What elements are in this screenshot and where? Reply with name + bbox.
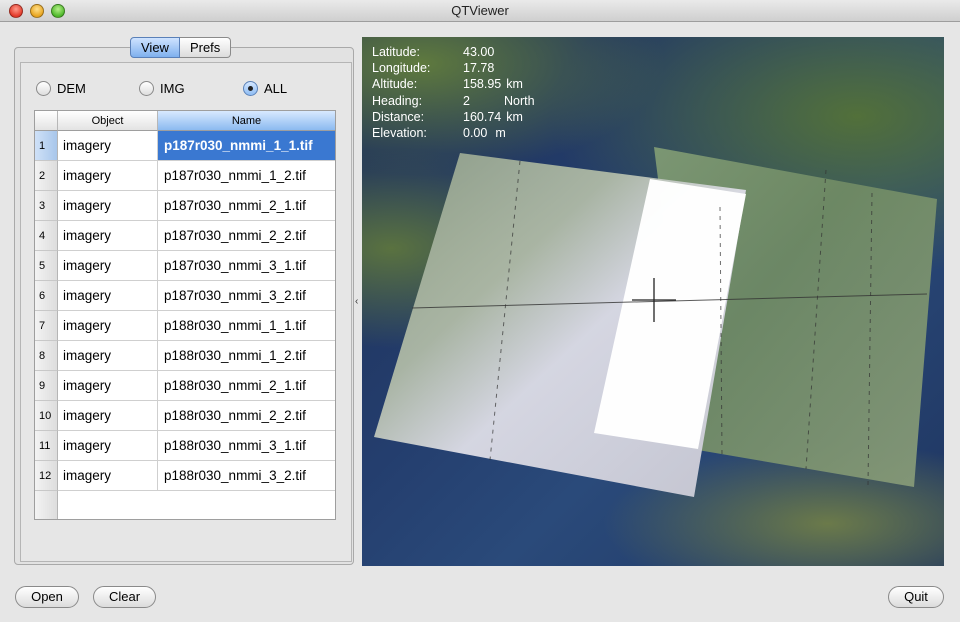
elevation-value: 0.00 xyxy=(463,126,488,141)
qtviewer-window: QTViewer View Prefs DEM IMG ALL Object N… xyxy=(0,0,960,622)
radio-dem-label: DEM xyxy=(57,81,86,96)
latitude-label: Latitude: xyxy=(372,45,420,59)
elevation-label: Elevation: xyxy=(372,126,427,141)
cell-name[interactable]: p188r030_nmmi_2_1.tif xyxy=(158,371,335,401)
radio-img-label: IMG xyxy=(160,81,185,96)
open-button[interactable]: Open xyxy=(15,586,79,608)
table-row[interactable]: 9 imagery p188r030_nmmi_2_1.tif xyxy=(35,371,335,401)
cell-name[interactable]: p187r030_nmmi_2_2.tif xyxy=(158,221,335,251)
cell-name[interactable]: p188r030_nmmi_3_2.tif xyxy=(158,461,335,491)
row-number: 10 xyxy=(35,401,58,431)
table-row[interactable]: 8 imagery p188r030_nmmi_1_2.tif xyxy=(35,341,335,371)
radio-all[interactable]: ALL xyxy=(243,81,287,96)
cell-object[interactable]: imagery xyxy=(58,371,158,401)
radio-img-indicator[interactable] xyxy=(139,81,154,96)
latitude-value: 43.00 xyxy=(463,45,495,59)
distance-unit: km xyxy=(506,109,523,124)
cell-object[interactable]: imagery xyxy=(58,431,158,461)
table-row[interactable]: 3 imagery p187r030_nmmi_2_1.tif xyxy=(35,191,335,221)
table-row[interactable]: 6 imagery p187r030_nmmi_3_2.tif xyxy=(35,281,335,311)
cell-object[interactable]: imagery xyxy=(58,191,158,221)
splitter-handle[interactable]: ‹ xyxy=(355,296,358,307)
heading-direction: North xyxy=(504,93,535,108)
cell-name[interactable]: p188r030_nmmi_1_1.tif xyxy=(158,311,335,341)
radio-all-label: ALL xyxy=(264,81,288,96)
altitude-readout: Altitude: 158.95 km xyxy=(372,76,535,92)
altitude-unit: km xyxy=(506,77,523,92)
column-header-object[interactable]: Object xyxy=(58,111,158,131)
table-empty-row-header xyxy=(35,491,58,519)
cell-object[interactable]: imagery xyxy=(58,341,158,371)
longitude-value: 17.78 xyxy=(463,61,495,76)
row-number: 3 xyxy=(35,191,58,221)
latitude-readout: Latitude: 43.00 xyxy=(372,44,535,60)
row-number: 6 xyxy=(35,281,58,311)
distance-value: 160.74 xyxy=(463,109,502,124)
table-row[interactable]: 12 imagery p188r030_nmmi_3_2.tif xyxy=(35,461,335,491)
cell-name[interactable]: p188r030_nmmi_1_2.tif xyxy=(158,341,335,371)
window-title: QTViewer xyxy=(451,3,509,18)
cell-object[interactable]: imagery xyxy=(58,221,158,251)
longitude-readout: Longitude: 17.78 xyxy=(372,60,535,76)
elevation-unit: m xyxy=(495,126,506,141)
cell-object[interactable]: imagery xyxy=(58,401,158,431)
radio-dem-indicator[interactable] xyxy=(36,81,51,96)
elevation-readout: Elevation: 0.00 m xyxy=(372,125,535,141)
heading-value: 2 xyxy=(463,93,470,108)
clear-button[interactable]: Clear xyxy=(93,586,156,608)
table-row[interactable]: 7 imagery p188r030_nmmi_1_1.tif xyxy=(35,311,335,341)
distance-label: Distance: xyxy=(372,109,425,124)
table-row[interactable]: 1 imagery p187r030_nmmi_1_1.tif xyxy=(35,131,335,161)
table-row[interactable]: 5 imagery p187r030_nmmi_3_1.tif xyxy=(35,251,335,281)
tab-view[interactable]: View xyxy=(130,37,180,58)
distance-readout: Distance: 160.74 km xyxy=(372,109,535,125)
table-row[interactable]: 11 imagery p188r030_nmmi_3_1.tif xyxy=(35,431,335,461)
row-number: 4 xyxy=(35,221,58,251)
title-bar: QTViewer xyxy=(0,0,960,22)
object-filter-radio-group: DEM IMG ALL xyxy=(36,81,336,99)
altitude-label: Altitude: xyxy=(372,77,418,92)
cell-name[interactable]: p187r030_nmmi_1_1.tif xyxy=(158,131,335,161)
table-row[interactable]: 10 imagery p188r030_nmmi_2_2.tif xyxy=(35,401,335,431)
longitude-label: Longitude: xyxy=(372,61,431,76)
cell-object[interactable]: imagery xyxy=(58,131,158,161)
radio-dem[interactable]: DEM xyxy=(36,81,86,96)
cell-name[interactable]: p188r030_nmmi_3_1.tif xyxy=(158,431,335,461)
row-number: 5 xyxy=(35,251,58,281)
cell-name[interactable]: p188r030_nmmi_2_2.tif xyxy=(158,401,335,431)
table-empty-area xyxy=(58,491,335,519)
globe-viewer[interactable]: Latitude: 43.00 Longitude: 17.78 Altitud… xyxy=(362,37,944,566)
cell-name[interactable]: p187r030_nmmi_2_1.tif xyxy=(158,191,335,221)
row-number: 11 xyxy=(35,431,58,461)
radio-img[interactable]: IMG xyxy=(139,81,185,96)
cell-object[interactable]: imagery xyxy=(58,461,158,491)
table-row[interactable]: 2 imagery p187r030_nmmi_1_2.tif xyxy=(35,161,335,191)
row-number: 8 xyxy=(35,341,58,371)
row-number: 2 xyxy=(35,161,58,191)
column-header-name[interactable]: Name xyxy=(158,111,335,131)
row-number: 9 xyxy=(35,371,58,401)
cell-object[interactable]: imagery xyxy=(58,281,158,311)
table-row[interactable]: 4 imagery p187r030_nmmi_2_2.tif xyxy=(35,221,335,251)
table-header: Object Name xyxy=(35,111,335,131)
row-number: 7 xyxy=(35,311,58,341)
cell-name[interactable]: p187r030_nmmi_3_2.tif xyxy=(158,281,335,311)
cell-object[interactable]: imagery xyxy=(58,311,158,341)
cell-name[interactable]: p187r030_nmmi_3_1.tif xyxy=(158,251,335,281)
tab-prefs[interactable]: Prefs xyxy=(179,37,232,58)
table-header-corner xyxy=(35,111,58,131)
heading-readout: Heading: 2 North xyxy=(372,93,535,109)
position-readout: Latitude: 43.00 Longitude: 17.78 Altitud… xyxy=(372,44,535,141)
object-table: Object Name 1 imagery p187r030_nmmi_1_1.ti… xyxy=(34,110,336,520)
cell-object[interactable]: imagery xyxy=(58,251,158,281)
row-number: 12 xyxy=(35,461,58,491)
quit-button[interactable]: Quit xyxy=(888,586,944,608)
cell-name[interactable]: p187r030_nmmi_1_2.tif xyxy=(158,161,335,191)
tab-bar: View Prefs xyxy=(130,37,232,58)
cell-object[interactable]: imagery xyxy=(58,161,158,191)
heading-label: Heading: xyxy=(372,93,423,108)
altitude-value: 158.95 xyxy=(463,77,502,92)
radio-all-indicator[interactable] xyxy=(243,81,258,96)
row-number: 1 xyxy=(35,131,58,161)
